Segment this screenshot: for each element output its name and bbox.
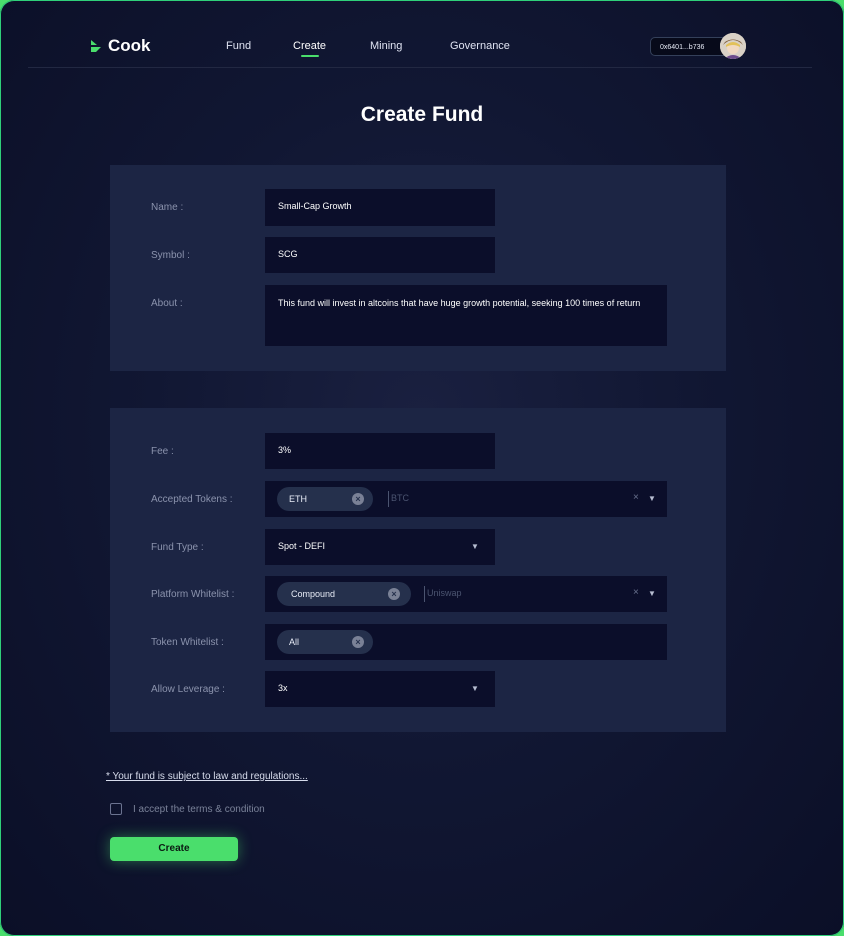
fund-type-select[interactable]: Spot - DEFI ▼ (265, 529, 495, 565)
avatar-icon (720, 33, 746, 59)
active-tab-indicator (300, 55, 319, 57)
regulations-link[interactable]: * Your fund is subject to law and regula… (106, 771, 308, 782)
token-chip-all: All × (277, 630, 373, 654)
remove-chip-icon[interactable]: × (352, 636, 364, 648)
fee-label: Fee : (151, 446, 174, 457)
nav-link-governance[interactable]: Governance (450, 40, 510, 52)
brand-logo[interactable]: Cook (90, 36, 151, 56)
token-chip-eth: ETH × (277, 487, 373, 511)
name-label: Name : (151, 202, 184, 213)
about-textarea[interactable]: This fund will invest in altcoins that h… (265, 285, 667, 346)
chevron-down-icon[interactable]: ▼ (471, 684, 479, 693)
chevron-down-icon[interactable]: ▼ (471, 542, 479, 551)
nav-link-fund[interactable]: Fund (226, 40, 251, 52)
accepted-tokens-placeholder: BTC (391, 493, 409, 503)
page-title: Create Fund (360, 103, 484, 126)
symbol-input[interactable]: SCG (265, 237, 495, 273)
token-chip-eth-label: ETH (289, 494, 307, 504)
top-nav: Cook Fund Create Mining Governance 0x640… (0, 0, 844, 68)
text-cursor (424, 586, 425, 602)
fund-type-label: Fund Type : (151, 542, 204, 553)
remove-chip-icon[interactable]: × (352, 493, 364, 505)
nav-link-mining[interactable]: Mining (370, 40, 402, 52)
chevron-down-icon[interactable]: ▼ (648, 494, 656, 503)
avatar[interactable] (720, 33, 746, 59)
remove-chip-icon[interactable]: × (388, 588, 400, 600)
allow-leverage-value: 3x (278, 683, 288, 693)
accepted-tokens-label: Accepted Tokens : (151, 494, 233, 505)
nav-link-create[interactable]: Create (293, 40, 327, 57)
name-input-value: Small-Cap Growth (278, 201, 352, 211)
about-label: About : (151, 298, 183, 309)
symbol-label: Symbol : (151, 250, 190, 261)
allow-leverage-select[interactable]: 3x ▼ (265, 671, 495, 707)
cook-logo-icon (91, 40, 101, 52)
terms-label: I accept the terms & condition (133, 804, 265, 815)
symbol-input-value: SCG (278, 249, 298, 259)
platform-chip-compound-label: Compound (291, 589, 336, 599)
app-window: Cook Fund Create Mining Governance 0x640… (0, 0, 844, 936)
create-button[interactable]: Create (110, 837, 238, 861)
allow-leverage-label: Allow Leverage : (151, 684, 225, 695)
name-input[interactable]: Small-Cap Growth (265, 189, 495, 226)
accepted-tokens-multiselect[interactable]: ETH × BTC × ▼ (265, 481, 667, 517)
fund-type-value: Spot - DEFI (278, 541, 326, 551)
clear-icon[interactable]: × (633, 492, 639, 503)
about-textarea-value: This fund will invest in altcoins that h… (278, 298, 641, 308)
fee-input-value: 3% (278, 445, 292, 455)
chevron-down-icon[interactable]: ▼ (648, 589, 656, 598)
token-chip-all-label: All (289, 637, 300, 647)
platform-whitelist-placeholder: Uniswap (427, 588, 462, 598)
terms-checkbox[interactable] (110, 803, 122, 815)
token-whitelist-label: Token Whitelist : (151, 637, 224, 648)
nav-link-create-label: Create (293, 40, 327, 52)
nav-divider (28, 67, 812, 68)
clear-icon[interactable]: × (633, 587, 639, 598)
platform-whitelist-label: Platform Whitelist : (151, 589, 235, 600)
fee-input[interactable]: 3% (265, 433, 495, 469)
platform-chip-compound: Compound × (277, 582, 411, 606)
text-cursor (388, 491, 389, 507)
brand-name: Cook (108, 36, 151, 55)
platform-whitelist-multiselect[interactable]: Compound × Uniswap × ▼ (265, 576, 667, 612)
token-whitelist-multiselect[interactable]: All × (265, 624, 667, 660)
